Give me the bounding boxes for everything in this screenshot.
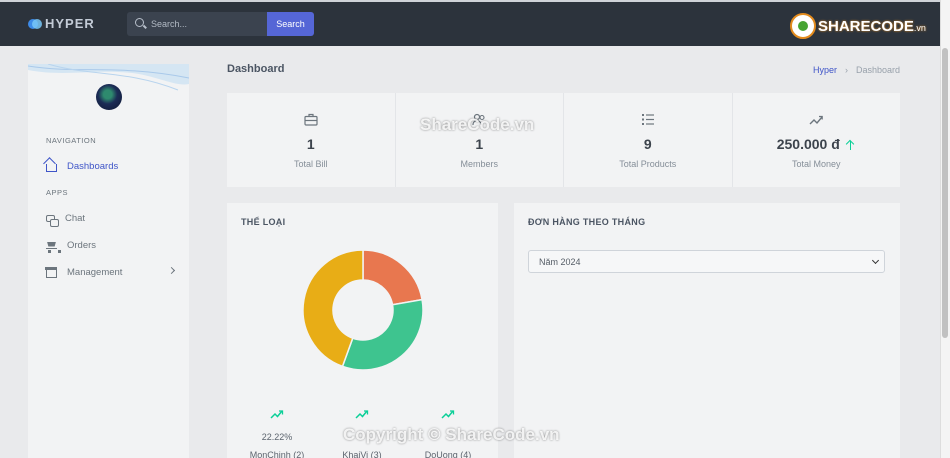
scrollbar-thumb[interactable] bbox=[942, 48, 948, 338]
breadcrumb-current: Dashboard bbox=[855, 65, 900, 75]
avatar[interactable] bbox=[96, 84, 122, 110]
nav-heading: NAVIGATION bbox=[46, 136, 97, 145]
search-icon bbox=[135, 18, 144, 27]
watermark-top: ShareCode.vn bbox=[420, 115, 535, 134]
stat-total-money: 250.000 đ Total Money bbox=[733, 93, 901, 187]
year-select[interactable]: Năm 2024 bbox=[528, 250, 885, 273]
stat-members: 1 Members bbox=[396, 93, 564, 187]
sidebar-item-orders[interactable]: Orders bbox=[46, 237, 176, 253]
chevron-right-icon bbox=[167, 266, 176, 275]
breadcrumb: Hyper › Dashboard bbox=[813, 65, 900, 75]
store-icon bbox=[45, 266, 57, 278]
sidebar-item-chat[interactable]: Chat bbox=[46, 210, 176, 227]
card-title: THỂ LOẠI bbox=[241, 217, 286, 227]
cart-icon bbox=[46, 242, 61, 253]
top-navbar: HYPER Search SHARECODE.vn bbox=[0, 0, 940, 46]
category-donut-chart bbox=[303, 250, 423, 370]
logo-text: HYPER bbox=[45, 16, 95, 31]
sharecode-logo-text: SHARECODE.vn bbox=[818, 17, 926, 35]
legend-percent: 22.22% bbox=[261, 432, 293, 442]
chevron-down-icon bbox=[871, 256, 880, 265]
chat-icon bbox=[46, 214, 59, 227]
sharecode-logo: SHARECODE.vn bbox=[790, 10, 940, 42]
apps-heading: APPS bbox=[46, 188, 69, 197]
arrow-up-icon bbox=[846, 139, 856, 150]
stat-value: 1 bbox=[475, 136, 484, 152]
app-logo[interactable]: HYPER bbox=[28, 16, 95, 31]
stat-value: 9 bbox=[643, 136, 652, 152]
sidebar-item-label: Orders bbox=[67, 239, 97, 251]
monthly-orders-card: ĐƠN HÀNG THEO THÁNG Năm 2024 bbox=[514, 203, 900, 458]
breadcrumb-root-link[interactable]: Hyper bbox=[813, 65, 837, 75]
search-input[interactable] bbox=[151, 12, 261, 36]
trending-up-icon bbox=[809, 115, 824, 125]
donut-slice-khaivi[interactable] bbox=[341, 298, 423, 370]
sidebar-item-label: Management bbox=[67, 266, 123, 278]
stat-label: Total Money bbox=[791, 159, 841, 169]
stat-label: Total Products bbox=[619, 159, 677, 169]
legend-name: MonChinh (2) bbox=[249, 450, 305, 458]
card-title: ĐƠN HÀNG THEO THÁNG bbox=[528, 217, 646, 227]
sidebar-item-label: Dashboards bbox=[67, 160, 119, 172]
briefcase-icon bbox=[304, 113, 318, 126]
trending-up-icon bbox=[441, 410, 455, 419]
stat-total-products: 9 Total Products bbox=[564, 93, 733, 187]
page-scrollbar[interactable] bbox=[940, 0, 950, 458]
search-box bbox=[127, 12, 267, 36]
stat-total-bill: 1 Total Bill bbox=[227, 93, 396, 187]
sharecode-logo-icon bbox=[790, 13, 816, 39]
page-title: Dashboard bbox=[227, 63, 285, 75]
trending-up-icon bbox=[355, 410, 369, 419]
search-button[interactable]: Search bbox=[267, 12, 314, 36]
donut-slice-monchinh[interactable] bbox=[362, 250, 423, 306]
year-select-value: Năm 2024 bbox=[539, 257, 581, 267]
stats-row: 1 Total Bill 1 Members 9 Total Products … bbox=[227, 93, 900, 187]
stat-label: Total Bill bbox=[293, 159, 328, 169]
logo-icon bbox=[28, 18, 42, 30]
sidebar-item-dashboards[interactable]: Dashboards bbox=[46, 158, 176, 174]
list-icon bbox=[641, 114, 654, 125]
legend-item-monchinh: 22.22% MonChinh (2) bbox=[237, 406, 317, 458]
sidebar: NAVIGATION Dashboards APPS Chat Orders M… bbox=[28, 64, 189, 458]
sidebar-item-label: Chat bbox=[65, 212, 86, 224]
home-icon bbox=[46, 164, 57, 172]
legend-name: KhaiVi (3) bbox=[342, 450, 382, 458]
stat-label: Members bbox=[460, 159, 498, 169]
stat-value: 250.000 đ bbox=[733, 136, 901, 152]
breadcrumb-separator-icon: › bbox=[844, 65, 848, 75]
category-card: THỂ LOẠI 22.22% MonChinh (2) KhaiVi (3) … bbox=[227, 203, 498, 458]
watermark-bottom: Copyright © ShareCode.vn bbox=[343, 425, 560, 444]
sidebar-item-management[interactable]: Management bbox=[45, 264, 176, 280]
stat-value: 1 bbox=[306, 136, 315, 152]
trending-up-icon bbox=[270, 410, 284, 419]
legend-name: DoUong (4) bbox=[424, 450, 472, 458]
